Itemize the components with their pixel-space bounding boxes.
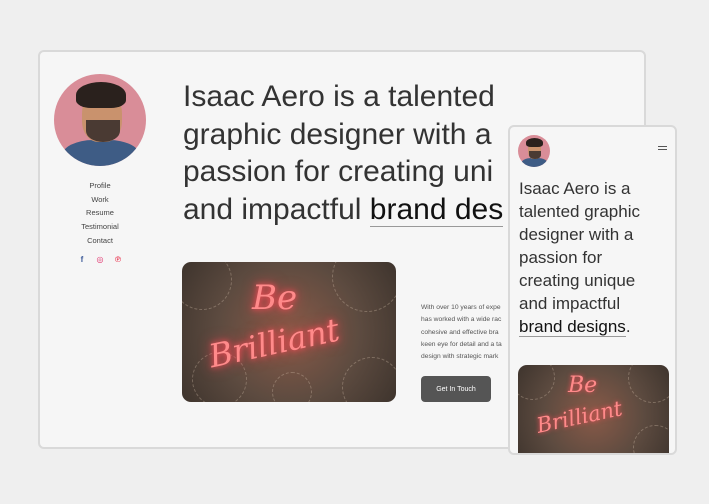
nav-item-testimonial[interactable]: Testimonial — [40, 220, 160, 234]
mobile-hero-line: brand designs. — [519, 315, 675, 338]
pinterest-icon[interactable]: ℗ — [114, 255, 122, 264]
facebook-icon[interactable]: f — [78, 255, 86, 264]
nav-item-work[interactable]: Work — [40, 193, 160, 207]
mobile-hero-line: and impactful — [519, 294, 621, 313]
avatar-hair — [76, 82, 126, 108]
mobile-hero-line: passion for — [519, 248, 603, 267]
mobile-hero-line: Isaac Aero is a — [519, 179, 631, 198]
hero-plain-text: and impactful — [183, 192, 370, 226]
mobile-hero-headline: Isaac Aero is a talented graphic designe… — [519, 177, 675, 338]
mobile-avatar — [518, 135, 550, 167]
instagram-icon[interactable]: ◎ — [96, 255, 104, 264]
mobile-hero-line: designer with a — [519, 225, 634, 244]
nav-item-profile[interactable]: Profile — [40, 179, 160, 193]
mobile-hero-line: creating unique — [519, 271, 636, 290]
avatar — [54, 74, 146, 166]
hamburger-menu-icon[interactable] — [658, 146, 667, 152]
avatar-shirt — [62, 140, 140, 166]
nav-item-resume[interactable]: Resume — [40, 206, 160, 220]
hero-highlight: brand des — [369, 192, 504, 227]
sidebar-nav: Profile Work Resume Testimonial Contact — [40, 179, 160, 248]
mobile-hero-highlight: brand designs — [519, 317, 626, 337]
neon-text-brilliant: Brilliant — [205, 310, 343, 376]
social-links: f ◎ ℗ — [78, 255, 122, 264]
neon-sign-image: Be Brilliant — [182, 262, 396, 402]
hero-line: Isaac Aero is a talented — [183, 80, 495, 113]
neon-text-be: Be — [252, 278, 298, 318]
nav-item-contact[interactable]: Contact — [40, 234, 160, 248]
mobile-neon-text-be: Be — [568, 373, 598, 398]
mobile-hero-line: talented graphic — [519, 202, 640, 221]
get-in-touch-button[interactable]: Get In Touch — [421, 376, 491, 402]
mobile-neon-sign-image: Be Brilliant — [518, 365, 669, 453]
avatar-beard — [86, 120, 120, 142]
mobile-hero-end: . — [625, 317, 631, 336]
mobile-preview: Isaac Aero is a talented graphic designe… — [508, 125, 677, 455]
mobile-neon-text-brilliant: Brilliant — [534, 396, 625, 438]
